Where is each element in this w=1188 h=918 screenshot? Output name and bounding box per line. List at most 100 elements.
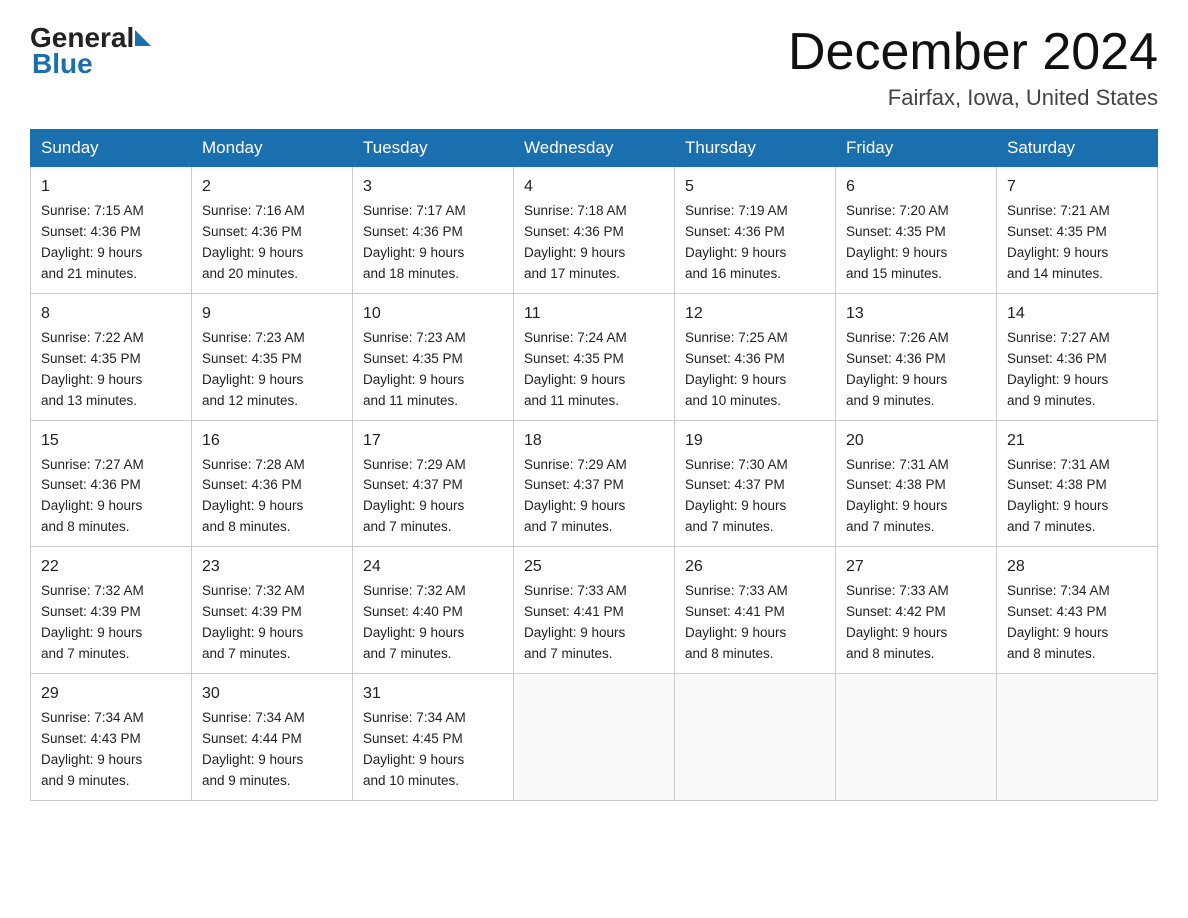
calendar-cell: 8 Sunrise: 7:22 AMSunset: 4:35 PMDayligh… [31,293,192,420]
day-number: 16 [202,429,342,453]
calendar-cell: 7 Sunrise: 7:21 AMSunset: 4:35 PMDayligh… [997,167,1158,294]
calendar-title: December 2024 [788,24,1158,81]
calendar-cell: 16 Sunrise: 7:28 AMSunset: 4:36 PMDaylig… [192,420,353,547]
day-number: 11 [524,302,664,326]
day-info: Sunrise: 7:22 AMSunset: 4:35 PMDaylight:… [41,330,144,408]
calendar-cell: 11 Sunrise: 7:24 AMSunset: 4:35 PMDaylig… [514,293,675,420]
day-info: Sunrise: 7:27 AMSunset: 4:36 PMDaylight:… [1007,330,1110,408]
day-info: Sunrise: 7:29 AMSunset: 4:37 PMDaylight:… [363,457,466,535]
day-number: 28 [1007,555,1147,579]
calendar-cell [836,673,997,800]
day-number: 17 [363,429,503,453]
header-cell-thursday: Thursday [675,130,836,167]
calendar-cell [675,673,836,800]
day-number: 2 [202,175,342,199]
day-number: 29 [41,682,181,706]
calendar-week-row: 15 Sunrise: 7:27 AMSunset: 4:36 PMDaylig… [31,420,1158,547]
calendar-cell: 22 Sunrise: 7:32 AMSunset: 4:39 PMDaylig… [31,547,192,674]
day-info: Sunrise: 7:31 AMSunset: 4:38 PMDaylight:… [846,457,949,535]
header-row: SundayMondayTuesdayWednesdayThursdayFrid… [31,130,1158,167]
day-number: 13 [846,302,986,326]
day-info: Sunrise: 7:16 AMSunset: 4:36 PMDaylight:… [202,203,305,281]
day-number: 30 [202,682,342,706]
day-number: 3 [363,175,503,199]
calendar-cell: 15 Sunrise: 7:27 AMSunset: 4:36 PMDaylig… [31,420,192,547]
day-number: 1 [41,175,181,199]
day-info: Sunrise: 7:31 AMSunset: 4:38 PMDaylight:… [1007,457,1110,535]
day-number: 14 [1007,302,1147,326]
day-info: Sunrise: 7:33 AMSunset: 4:41 PMDaylight:… [524,583,627,661]
day-info: Sunrise: 7:29 AMSunset: 4:37 PMDaylight:… [524,457,627,535]
header-cell-monday: Monday [192,130,353,167]
logo-blue-text: Blue [30,50,151,78]
day-number: 21 [1007,429,1147,453]
calendar-cell: 10 Sunrise: 7:23 AMSunset: 4:35 PMDaylig… [353,293,514,420]
day-info: Sunrise: 7:27 AMSunset: 4:36 PMDaylight:… [41,457,144,535]
logo-triangle-icon [135,30,151,46]
day-info: Sunrise: 7:28 AMSunset: 4:36 PMDaylight:… [202,457,305,535]
day-number: 25 [524,555,664,579]
calendar-cell: 18 Sunrise: 7:29 AMSunset: 4:37 PMDaylig… [514,420,675,547]
calendar-cell: 24 Sunrise: 7:32 AMSunset: 4:40 PMDaylig… [353,547,514,674]
day-number: 18 [524,429,664,453]
day-number: 31 [363,682,503,706]
day-info: Sunrise: 7:17 AMSunset: 4:36 PMDaylight:… [363,203,466,281]
calendar-subtitle: Fairfax, Iowa, United States [788,85,1158,111]
calendar-cell: 5 Sunrise: 7:19 AMSunset: 4:36 PMDayligh… [675,167,836,294]
day-info: Sunrise: 7:15 AMSunset: 4:36 PMDaylight:… [41,203,144,281]
day-info: Sunrise: 7:26 AMSunset: 4:36 PMDaylight:… [846,330,949,408]
calendar-cell: 21 Sunrise: 7:31 AMSunset: 4:38 PMDaylig… [997,420,1158,547]
day-number: 22 [41,555,181,579]
calendar-week-row: 29 Sunrise: 7:34 AMSunset: 4:43 PMDaylig… [31,673,1158,800]
day-info: Sunrise: 7:19 AMSunset: 4:36 PMDaylight:… [685,203,788,281]
calendar-cell: 26 Sunrise: 7:33 AMSunset: 4:41 PMDaylig… [675,547,836,674]
calendar-cell: 3 Sunrise: 7:17 AMSunset: 4:36 PMDayligh… [353,167,514,294]
day-info: Sunrise: 7:33 AMSunset: 4:42 PMDaylight:… [846,583,949,661]
header-cell-tuesday: Tuesday [353,130,514,167]
day-info: Sunrise: 7:18 AMSunset: 4:36 PMDaylight:… [524,203,627,281]
day-info: Sunrise: 7:30 AMSunset: 4:37 PMDaylight:… [685,457,788,535]
day-number: 7 [1007,175,1147,199]
day-info: Sunrise: 7:21 AMSunset: 4:35 PMDaylight:… [1007,203,1110,281]
calendar-week-row: 1 Sunrise: 7:15 AMSunset: 4:36 PMDayligh… [31,167,1158,294]
day-info: Sunrise: 7:32 AMSunset: 4:40 PMDaylight:… [363,583,466,661]
day-info: Sunrise: 7:25 AMSunset: 4:36 PMDaylight:… [685,330,788,408]
day-number: 12 [685,302,825,326]
calendar-cell: 27 Sunrise: 7:33 AMSunset: 4:42 PMDaylig… [836,547,997,674]
day-info: Sunrise: 7:24 AMSunset: 4:35 PMDaylight:… [524,330,627,408]
calendar-body: 1 Sunrise: 7:15 AMSunset: 4:36 PMDayligh… [31,167,1158,800]
calendar-cell: 28 Sunrise: 7:34 AMSunset: 4:43 PMDaylig… [997,547,1158,674]
day-info: Sunrise: 7:32 AMSunset: 4:39 PMDaylight:… [202,583,305,661]
calendar-cell: 6 Sunrise: 7:20 AMSunset: 4:35 PMDayligh… [836,167,997,294]
day-number: 23 [202,555,342,579]
calendar-cell: 31 Sunrise: 7:34 AMSunset: 4:45 PMDaylig… [353,673,514,800]
calendar-cell: 2 Sunrise: 7:16 AMSunset: 4:36 PMDayligh… [192,167,353,294]
calendar-cell [514,673,675,800]
title-area: December 2024 Fairfax, Iowa, United Stat… [788,24,1158,111]
day-info: Sunrise: 7:34 AMSunset: 4:43 PMDaylight:… [1007,583,1110,661]
calendar-cell: 12 Sunrise: 7:25 AMSunset: 4:36 PMDaylig… [675,293,836,420]
header-cell-saturday: Saturday [997,130,1158,167]
calendar-cell: 30 Sunrise: 7:34 AMSunset: 4:44 PMDaylig… [192,673,353,800]
day-number: 27 [846,555,986,579]
calendar-week-row: 8 Sunrise: 7:22 AMSunset: 4:35 PMDayligh… [31,293,1158,420]
calendar-cell: 17 Sunrise: 7:29 AMSunset: 4:37 PMDaylig… [353,420,514,547]
day-number: 8 [41,302,181,326]
calendar-cell: 29 Sunrise: 7:34 AMSunset: 4:43 PMDaylig… [31,673,192,800]
day-number: 20 [846,429,986,453]
calendar-cell: 23 Sunrise: 7:32 AMSunset: 4:39 PMDaylig… [192,547,353,674]
day-number: 24 [363,555,503,579]
day-number: 15 [41,429,181,453]
day-number: 26 [685,555,825,579]
calendar-cell: 9 Sunrise: 7:23 AMSunset: 4:35 PMDayligh… [192,293,353,420]
day-info: Sunrise: 7:34 AMSunset: 4:45 PMDaylight:… [363,710,466,788]
day-number: 5 [685,175,825,199]
calendar-table: SundayMondayTuesdayWednesdayThursdayFrid… [30,129,1158,800]
day-info: Sunrise: 7:32 AMSunset: 4:39 PMDaylight:… [41,583,144,661]
calendar-cell: 13 Sunrise: 7:26 AMSunset: 4:36 PMDaylig… [836,293,997,420]
calendar-cell: 19 Sunrise: 7:30 AMSunset: 4:37 PMDaylig… [675,420,836,547]
calendar-cell: 20 Sunrise: 7:31 AMSunset: 4:38 PMDaylig… [836,420,997,547]
logo: General Blue [30,24,151,78]
header-cell-sunday: Sunday [31,130,192,167]
header-cell-wednesday: Wednesday [514,130,675,167]
